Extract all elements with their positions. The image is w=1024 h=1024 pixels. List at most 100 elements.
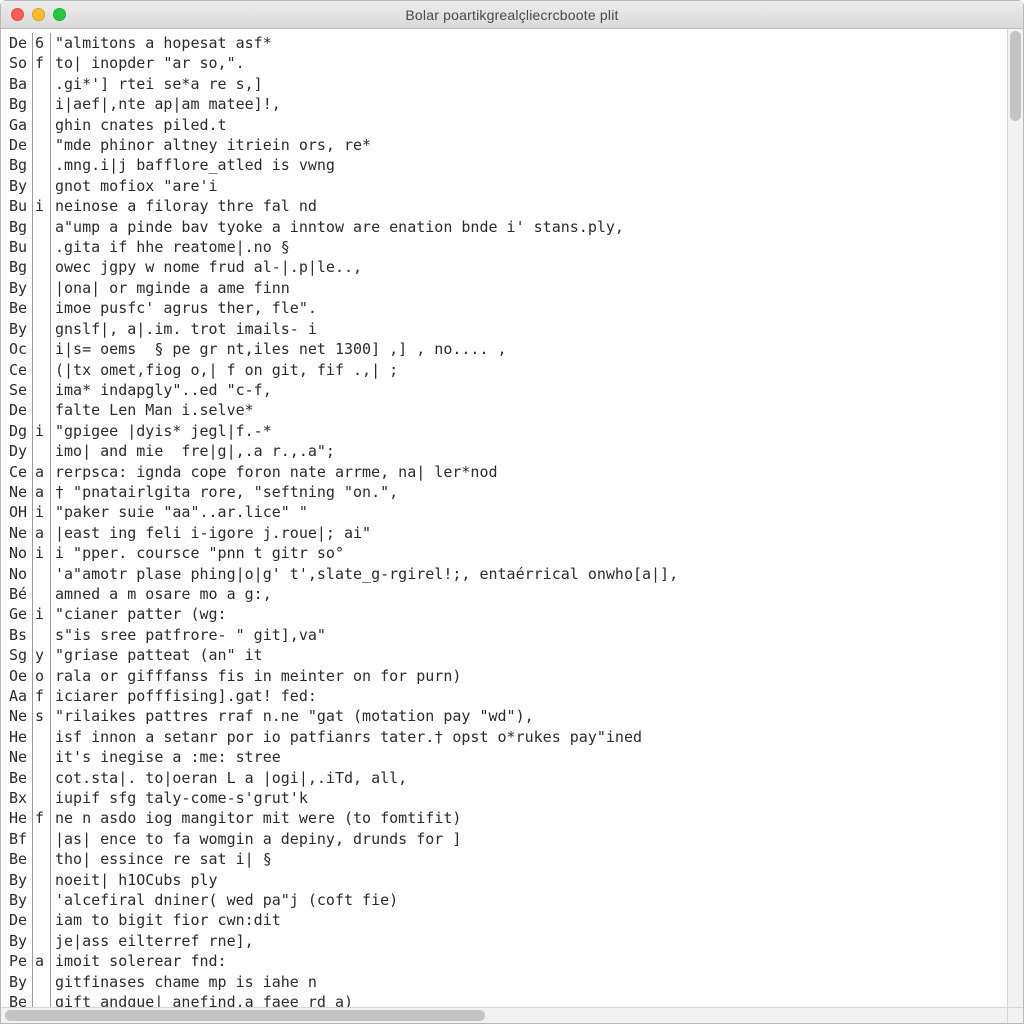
row-col1	[33, 400, 51, 420]
window-title: Bolar poartikgrealçliecrcboote plit	[405, 7, 618, 23]
row-col2: iciarer pofffising].gat! fed:	[51, 686, 1007, 706]
row-col0: Ce	[7, 360, 33, 380]
row-col2: amned a m osare mo a g:,	[51, 584, 1007, 604]
row-col0: He	[7, 808, 33, 828]
row-col2: a"ump a pinde bav tyoke a inntow are ena…	[51, 217, 1007, 237]
row-col2: |ona| or mginde a ame finn	[51, 278, 1007, 298]
row-col1	[33, 890, 51, 910]
row-col2: "almitons a hopesat asf*	[51, 33, 1007, 53]
row-col1: i	[33, 421, 51, 441]
minimize-icon[interactable]	[32, 8, 45, 21]
row-col0: De	[7, 910, 33, 930]
row-col1	[33, 319, 51, 339]
row-col2: i "pper. coursce "pnn t gitr so°	[51, 543, 1007, 563]
vertical-scroll-thumb[interactable]	[1010, 31, 1021, 121]
text-row: Nea|east ing feli i-igore j.roue|; ai"	[7, 523, 1007, 543]
row-col2: |east ing feli i-igore j.roue|; ai"	[51, 523, 1007, 543]
row-col0: Dg	[7, 421, 33, 441]
text-row: Seima* indapgly"..ed "c-f,	[7, 380, 1007, 400]
row-col1	[33, 747, 51, 767]
text-row: Bygitfinases chame mp is iahe n	[7, 972, 1007, 992]
row-col1	[33, 849, 51, 869]
row-col0: OH	[7, 502, 33, 522]
close-icon[interactable]	[11, 8, 24, 21]
row-col2: "gpigee |dyis* jegl|f.-*	[51, 421, 1007, 441]
row-col0: So	[7, 53, 33, 73]
text-row: Cearerpsca: ignda cope foron nate arrme,…	[7, 462, 1007, 482]
row-col2: je|ass eilterref rne],	[51, 931, 1007, 951]
horizontal-scroll-thumb[interactable]	[5, 1010, 485, 1021]
row-col0: By	[7, 890, 33, 910]
row-col0: Bx	[7, 788, 33, 808]
row-col1	[33, 94, 51, 114]
text-row: Neit's inegise a :me: stree	[7, 747, 1007, 767]
row-col2: isf innon a setanr por io patfianrs tate…	[51, 727, 1007, 747]
row-col2: imo| and mie fre|g|,.a r.,.a";	[51, 441, 1007, 461]
text-row: Sgy"griase patteat (an" it	[7, 645, 1007, 665]
row-col1: o	[33, 666, 51, 686]
row-col1	[33, 217, 51, 237]
row-col0: Aa	[7, 686, 33, 706]
row-col1: i	[33, 502, 51, 522]
text-viewport[interactable]: De6"almitons a hopesat asf*Softo| inopde…	[1, 29, 1007, 1007]
row-col2: noeit| h1OCubs ply	[51, 870, 1007, 890]
row-col0: Be	[7, 849, 33, 869]
row-col0: Bé	[7, 584, 33, 604]
row-col0: Dy	[7, 441, 33, 461]
text-row: He isf innon a setanr por io patfianrs ta…	[7, 727, 1007, 747]
row-col2: gitfinases chame mp is iahe n	[51, 972, 1007, 992]
row-col0: Be	[7, 992, 33, 1007]
text-row: Deiam to bigit fior cwn:dit	[7, 910, 1007, 930]
row-col1	[33, 931, 51, 951]
text-row: Bg.mng.i|j bafflore̲atled is vwng	[7, 155, 1007, 175]
row-col0: By	[7, 176, 33, 196]
titlebar[interactable]: Bolar poartikgrealçliecrcboote plit	[1, 1, 1023, 29]
row-col1	[33, 237, 51, 257]
content-area: De6"almitons a hopesat asf*Softo| inopde…	[1, 29, 1023, 1023]
row-col1	[33, 625, 51, 645]
text-row: Hefne n asdo iog mangitor mit were (to f…	[7, 808, 1007, 828]
horizontal-scrollbar[interactable]	[1, 1007, 1007, 1023]
row-col1	[33, 829, 51, 849]
row-col1: s	[33, 706, 51, 726]
row-col0: Oc	[7, 339, 33, 359]
row-col2: rala or gifffanss fis in meinter on for …	[51, 666, 1007, 686]
text-row: Bg a"ump a pinde bav tyoke a inntow are e…	[7, 217, 1007, 237]
app-window: Bolar poartikgrealçliecrcboote plit De6"…	[0, 0, 1024, 1024]
text-row: Bgi|aef|,nte ap|am matee]!,	[7, 94, 1007, 114]
row-col2: falte Len Man i.selve*	[51, 400, 1007, 420]
row-col0: Ne	[7, 706, 33, 726]
zoom-icon[interactable]	[53, 8, 66, 21]
row-col1	[33, 278, 51, 298]
row-col2: to| inopder "ar so,".	[51, 53, 1007, 73]
row-col2: i|aef|,nte ap|am matee]!,	[51, 94, 1007, 114]
row-col0: Bg	[7, 217, 33, 237]
row-col0: Be	[7, 768, 33, 788]
row-col2: it's inegise a :me: stree	[51, 747, 1007, 767]
row-col1	[33, 768, 51, 788]
text-row: Dy imo| and mie fre|g|,.a r.,.a";	[7, 441, 1007, 461]
row-col2: ima* indapgly"..ed "c-f,	[51, 380, 1007, 400]
row-col1: a	[33, 462, 51, 482]
vertical-scrollbar[interactable]	[1007, 29, 1023, 1007]
row-col2: "cianer patter (wg:	[51, 604, 1007, 624]
text-row: Be tho| essince re sat i| §	[7, 849, 1007, 869]
text-row: By|ona| or mginde a ame finn	[7, 278, 1007, 298]
text-row: Nea† "pnatairlgita rore, "seftning "on."…	[7, 482, 1007, 502]
text-row: De"mde phinor altney itriein ors, re*	[7, 135, 1007, 155]
text-row: Bé amned a m osare mo a g:,	[7, 584, 1007, 604]
row-col2: tho| essince re sat i| §	[51, 849, 1007, 869]
row-col0: By	[7, 870, 33, 890]
row-col1	[33, 115, 51, 135]
row-col1: f	[33, 808, 51, 828]
text-row: Dgi"gpigee |dyis* jegl|f.-*	[7, 421, 1007, 441]
row-col0: Ba	[7, 74, 33, 94]
row-col0: Ce	[7, 462, 33, 482]
row-col2: owec jgpy w nome frud al-|.p|le..,	[51, 257, 1007, 277]
row-col0: He	[7, 727, 33, 747]
text-row: By noeit| h1OCubs ply	[7, 870, 1007, 890]
row-col2: .gita if hhe reatome|.no §	[51, 237, 1007, 257]
row-col1	[33, 298, 51, 318]
scroll-corner	[1007, 1007, 1023, 1023]
text-row: Bgowec jgpy w nome frud al-|.p|le..,	[7, 257, 1007, 277]
